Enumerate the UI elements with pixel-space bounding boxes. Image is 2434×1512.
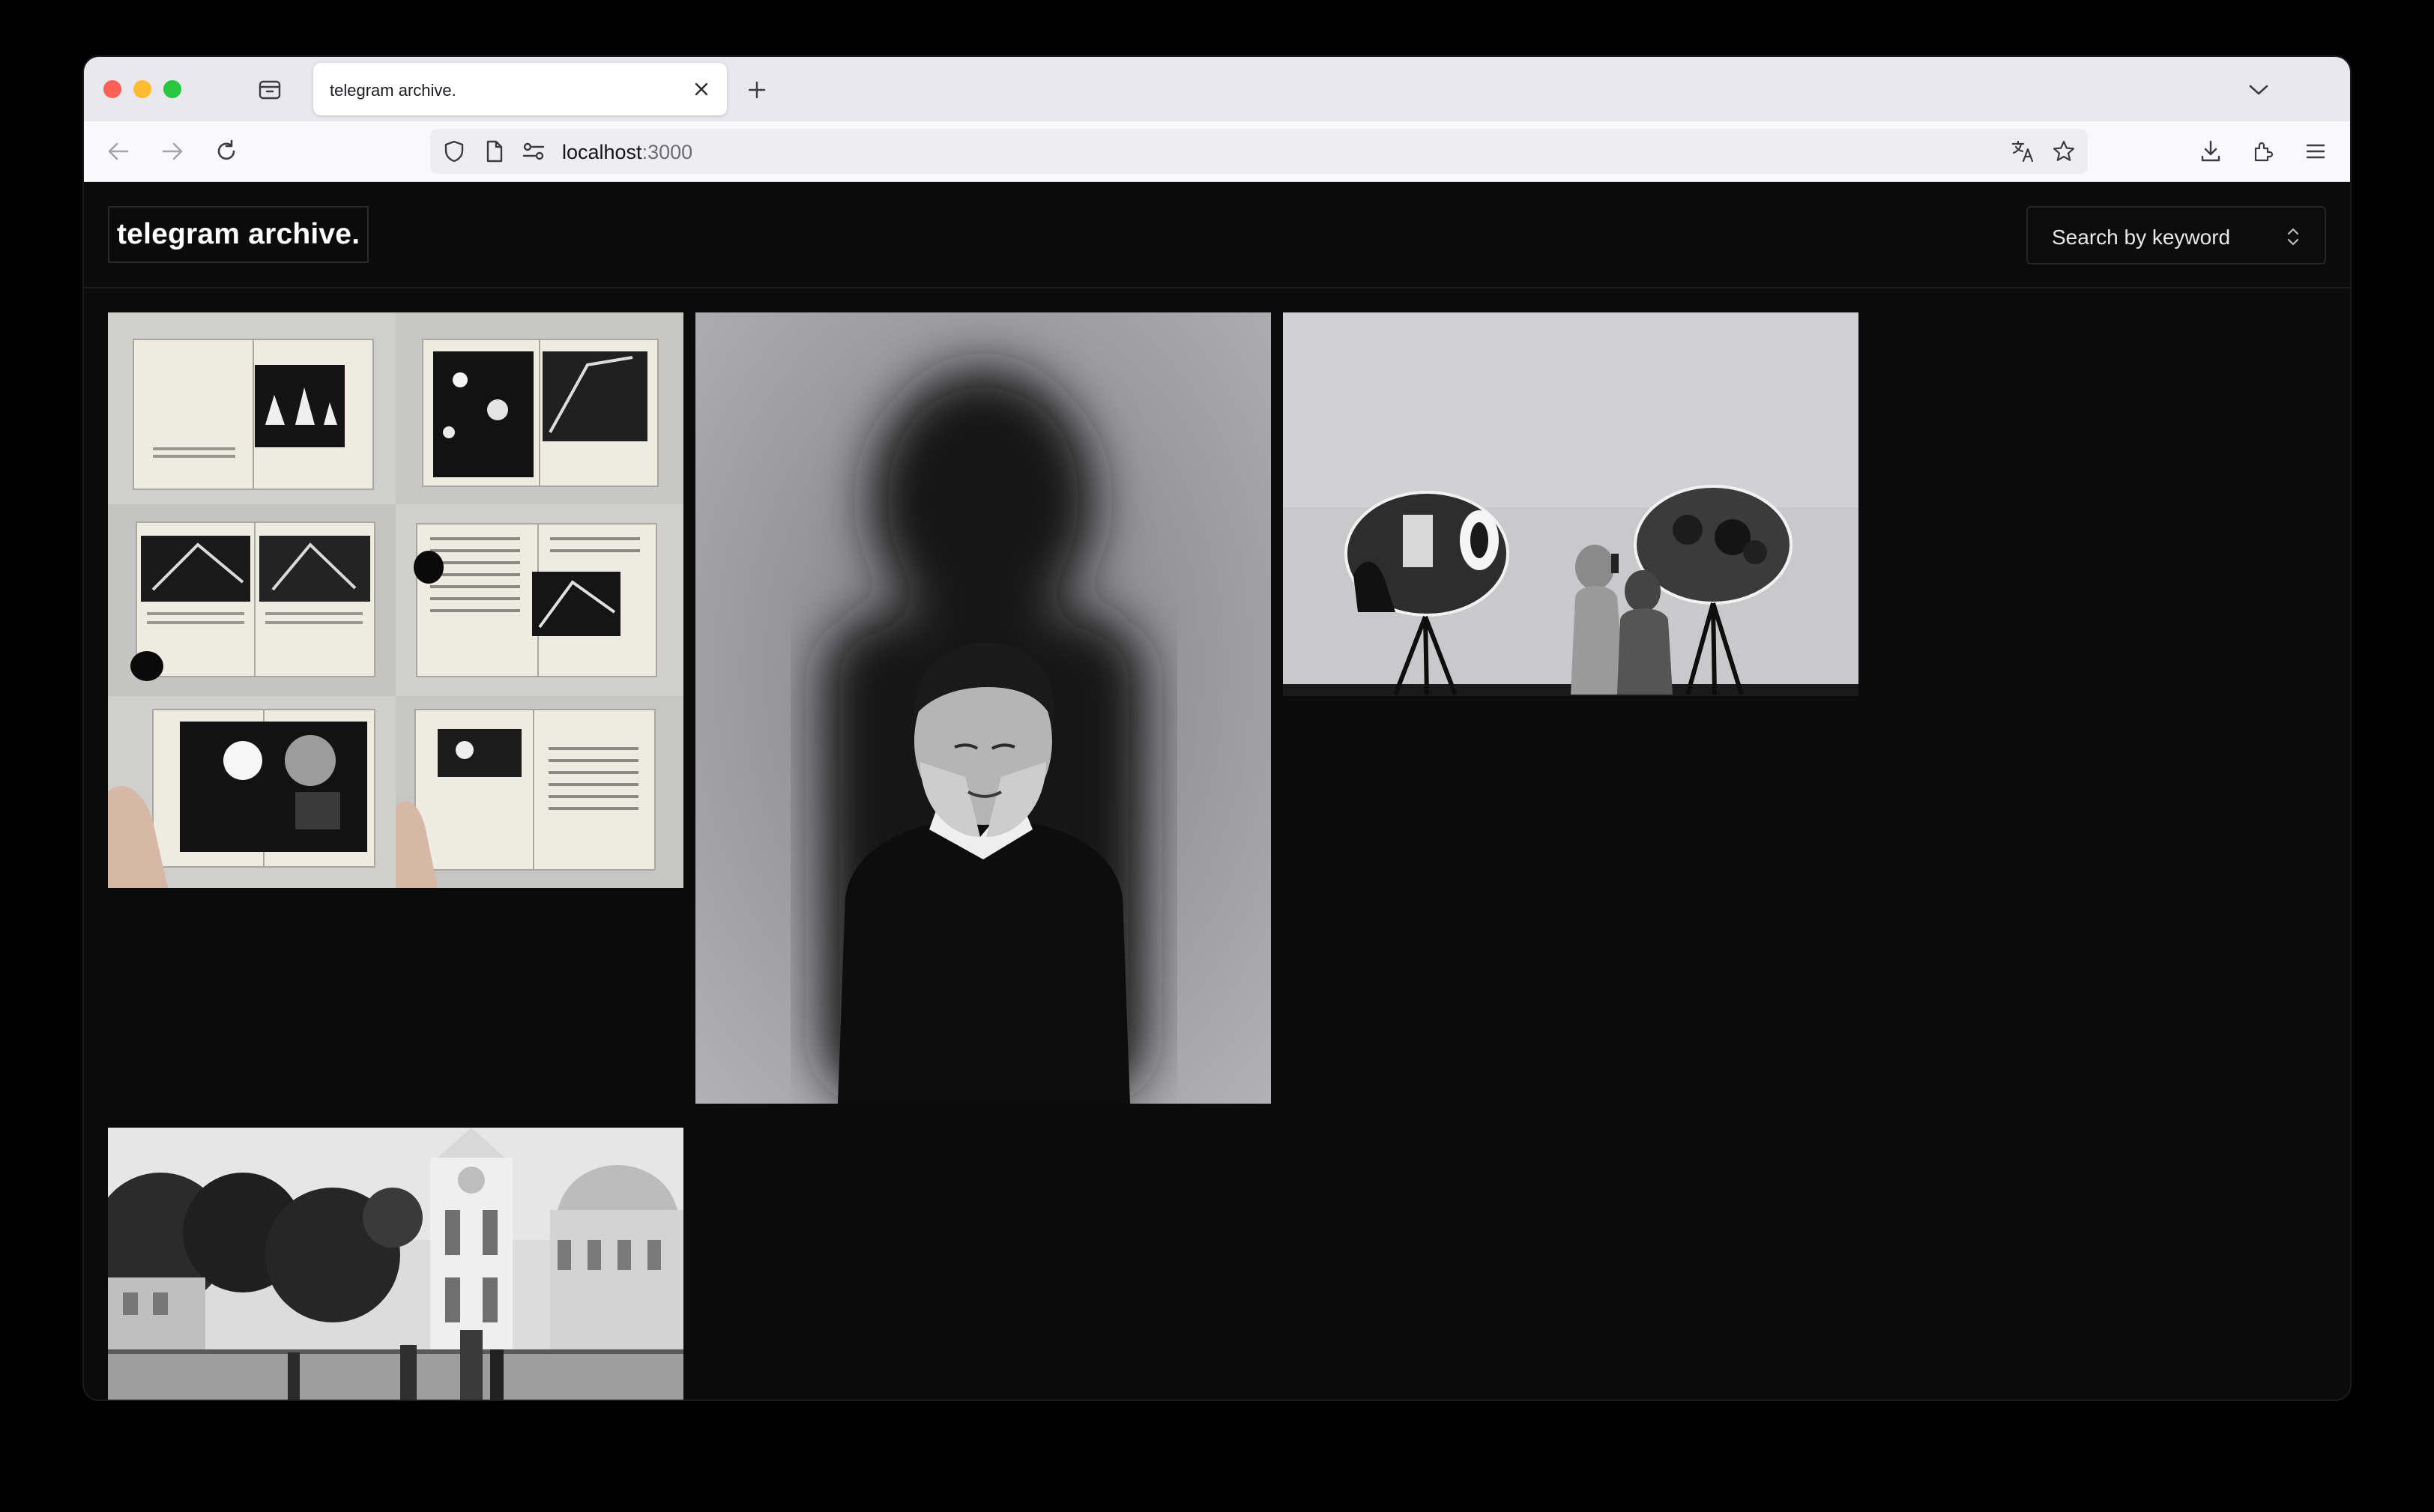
photo-book-spreads[interactable] bbox=[108, 312, 683, 888]
url-port: :3000 bbox=[641, 141, 693, 163]
tab-strip: telegram archive. bbox=[84, 57, 2350, 121]
window-close-button[interactable] bbox=[103, 80, 121, 98]
photo-mirror-exhibit[interactable] bbox=[1283, 312, 1858, 696]
chevron-down-icon[interactable] bbox=[2245, 76, 2272, 103]
window-maximize-button[interactable] bbox=[163, 80, 181, 98]
site-logo[interactable]: telegram archive. bbox=[108, 206, 369, 263]
star-icon[interactable] bbox=[2049, 136, 2079, 166]
page-content: telegram archive. Search by keyword bbox=[84, 182, 2350, 1400]
translate-icon[interactable] bbox=[2008, 136, 2038, 166]
navigation-bar: localhost:3000 bbox=[84, 121, 2350, 182]
shield-icon[interactable] bbox=[439, 136, 469, 166]
site-header: telegram archive. Search by keyword bbox=[84, 182, 2350, 288]
url-text[interactable]: localhost:3000 bbox=[562, 141, 692, 164]
hamburger-menu-icon[interactable] bbox=[2301, 136, 2331, 166]
forward-arrow-icon[interactable] bbox=[157, 136, 187, 166]
permissions-icon[interactable] bbox=[519, 136, 549, 166]
page-icon[interactable] bbox=[480, 136, 510, 166]
tab-active[interactable]: telegram archive. bbox=[313, 63, 727, 115]
url-bar[interactable]: localhost:3000 bbox=[430, 129, 2088, 174]
search-select-label: Search by keyword bbox=[2052, 226, 2231, 249]
download-icon[interactable] bbox=[2196, 136, 2226, 166]
updown-chevron-icon bbox=[2284, 224, 2302, 250]
url-host: localhost bbox=[562, 141, 642, 163]
photo-mosque-street[interactable] bbox=[108, 1128, 683, 1400]
close-icon[interactable] bbox=[688, 76, 715, 103]
extensions-icon[interactable] bbox=[2248, 136, 2278, 166]
back-arrow-icon[interactable] bbox=[103, 136, 133, 166]
photo-shadow-portrait[interactable] bbox=[695, 312, 1271, 1104]
browser-window: telegram archive. localhost:3000 telegra… bbox=[84, 57, 2350, 1400]
plus-icon[interactable] bbox=[743, 76, 770, 103]
reload-icon[interactable] bbox=[211, 136, 241, 166]
tab-title: telegram archive. bbox=[330, 81, 456, 100]
tab-overview-icon[interactable] bbox=[256, 78, 283, 102]
search-select[interactable]: Search by keyword bbox=[2026, 206, 2326, 264]
window-minimize-button[interactable] bbox=[133, 80, 151, 98]
